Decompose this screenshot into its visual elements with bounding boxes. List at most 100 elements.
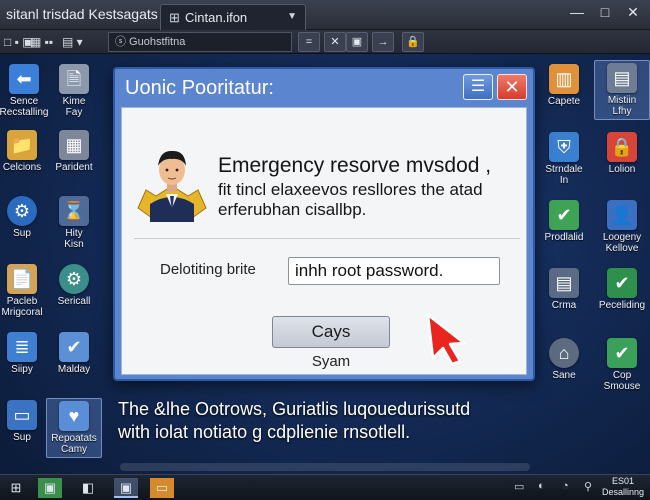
desktop-icon-label: Mistiin — [607, 95, 637, 106]
desktop-icon-label: Capete — [547, 96, 581, 107]
caption-line-1: The &lhe Ootrows, Guriatlis luqoueduriss… — [118, 399, 471, 419]
shield-icon: ⛨ — [549, 132, 579, 162]
cancel-tool-button[interactable]: ✕ — [324, 32, 346, 52]
desktop-icon-label: Camy — [60, 444, 88, 455]
hourglass-icon: ⌛ — [59, 196, 89, 226]
taskbar-app-1-icon[interactable]: ▣ — [38, 478, 62, 498]
desktop-icon-mistiin-lfhy[interactable]: ▤ Mistiin Lfhy — [594, 60, 650, 120]
desktop-icon-hity-kisn[interactable]: ⌛ Hity Kisn — [46, 196, 102, 250]
desktop-icon-pacleb-mrigcoral[interactable]: 📄 Pacleb Mrigcoral — [0, 264, 50, 318]
start-icon[interactable]: ⊞ — [4, 478, 28, 498]
lock-button[interactable]: 🔒 — [402, 32, 424, 52]
desktop-icon-label: Sericall — [57, 296, 91, 307]
printer-icon: ▦ — [59, 130, 89, 160]
check-icon: ✔ — [59, 332, 89, 362]
desktop-icon-parident[interactable]: ▦ Parident — [46, 130, 102, 173]
desktop-icon-label: Kime — [62, 96, 86, 107]
dialog-minimize-button[interactable]: ☰ — [463, 74, 493, 100]
close-button[interactable]: ✕ — [622, 4, 644, 21]
desktop-icon-label: Repoatats — [51, 433, 97, 444]
desktop-icon-kime-fay[interactable]: 🗎 Kime Fay — [46, 64, 102, 118]
chevron-down-icon[interactable]: ▼ — [287, 11, 297, 22]
desktop-icon-label: Sane — [552, 370, 576, 381]
drive-icon: ▤ — [607, 63, 637, 93]
desktop-icon-label: Sup — [13, 432, 31, 443]
desktop-icon-cop-smouse[interactable]: ✔ Cop Smouse — [594, 338, 650, 392]
password-field-label: Delotiting brite — [160, 261, 256, 278]
lock-icon: 🔒 — [607, 132, 637, 162]
desktop-icon-peceliding[interactable]: ✔ Peceliding — [594, 268, 650, 311]
desktop-icon-label: Peceliding — [598, 300, 646, 311]
taskbar-clock[interactable]: ES01 Desallinng — [600, 476, 646, 498]
desktop-icon-label: Crma — [551, 300, 577, 311]
heart-icon: ♥ — [59, 401, 89, 431]
desktop-icon-label: Sence — [9, 96, 39, 107]
snapshot-button[interactable]: ▣ — [346, 32, 368, 52]
tray-volume-icon[interactable]: ◔ — [562, 480, 569, 492]
folder-icon: 📁 — [7, 130, 37, 160]
tray-search-icon[interactable]: ⚲ — [584, 480, 592, 493]
message-line-3: erferubhan cisallbp. — [218, 200, 367, 219]
desktop-icon-label: In — [559, 175, 569, 186]
desktop-icon-label: Siipy — [11, 364, 33, 375]
equals-button[interactable]: = — [298, 32, 320, 52]
check-list-icon: ✔ — [607, 268, 637, 298]
desktop-icon-label: Parident — [55, 162, 93, 173]
tray-network-icon[interactable]: ◐ — [538, 480, 545, 492]
taskbar-app-2-icon[interactable]: ◧ — [76, 478, 100, 498]
taskbar-app-4-icon[interactable]: ▭ — [150, 478, 174, 498]
taskbar-app-3-icon[interactable]: ▣ — [114, 478, 138, 498]
dialog-title: Uonic Pooritatur: — [125, 77, 274, 99]
dialog-close-button[interactable]: ✕ — [497, 74, 527, 100]
desktop-icon-label: Pacleb — [6, 296, 38, 307]
cog-icon: ⚙ — [59, 264, 89, 294]
desktop-icon-malday[interactable]: ✔ Malday — [46, 332, 102, 375]
desktop-icon-celcions[interactable]: 📁 Celcions — [0, 130, 50, 173]
desktop-icon-sericall[interactable]: ⚙ Sericall — [46, 264, 102, 307]
desktop-icon-siipy[interactable]: ≣ Siipy — [0, 332, 50, 375]
dropdown-button[interactable]: ▤ ▾ — [62, 33, 83, 51]
message-line-2: fit tincl elaxeevos resllores the atad — [218, 180, 483, 199]
dialog-titlebar[interactable]: Uonic Pooritatur: ☰ ✕ — [115, 69, 533, 107]
search-input[interactable]: ⓢ Guohstfitna — [108, 32, 292, 52]
maximize-button[interactable]: □ — [594, 4, 616, 20]
list-icon: ≣ — [7, 332, 37, 362]
desktop-icon-label: Recstalling — [0, 107, 49, 118]
horizontal-scrollbar[interactable] — [120, 463, 530, 471]
desktop-icon-prodlalid[interactable]: ✔ Prodlalid — [536, 200, 592, 243]
desktop-icon-label: Kisn — [64, 239, 84, 250]
gear-icon: ⚙ — [7, 196, 37, 226]
desktop-icon-lolion[interactable]: 🔒 Lolion — [594, 132, 650, 175]
clock-line-2: Desallinng — [601, 487, 645, 497]
desktop-icon-sane[interactable]: ⌂ Sane — [536, 338, 592, 381]
desktop-icon-loogeny-kellove[interactable]: 👤 Loogeny Kellove — [594, 200, 650, 254]
desktop-icon-label: Strndale — [545, 164, 583, 175]
forward-button[interactable]: → — [372, 32, 394, 52]
dialog-message: Emergency resorve mvsdod , fit tincl ela… — [218, 154, 518, 220]
dialog-body: Emergency resorve mvsdod , fit tincl ela… — [121, 107, 527, 375]
desktop-icon-crma[interactable]: ▤ Crma — [536, 268, 592, 311]
mouse-pointer-icon — [426, 313, 466, 365]
desktop-icon-capete[interactable]: ▥ Capete — [536, 64, 592, 107]
emergency-dialog: Uonic Pooritatur: ☰ ✕ Emergency resorve … — [113, 67, 535, 381]
chart-icon: ▥ — [549, 64, 579, 94]
tab-main[interactable]: ⊞ Cintan.ifon ▼ — [160, 4, 306, 30]
ok-button-caption: Syam — [311, 353, 351, 370]
title-bar: sitanl trisdad Kestsagats ⊞ Cintan.ifon … — [0, 0, 650, 30]
tray-window-icon[interactable]: ▭ — [514, 480, 524, 493]
desktop-icon-sence-recstalling[interactable]: ⬅ Sence Recstalling — [0, 64, 52, 118]
desktop-icon-sup-2[interactable]: ▭ Sup — [0, 400, 50, 443]
desktop-icon-label: Prodlalid — [544, 232, 584, 243]
layout-button[interactable]: ▦ ▪▪ — [30, 33, 53, 51]
desktop-icon-strndale-in[interactable]: ⛨ Strndale In — [536, 132, 592, 186]
desktop-icon-repoatats-camy[interactable]: ♥ Repoatats Camy — [46, 398, 102, 458]
checkbox-icon: ✔ — [607, 338, 637, 368]
desktop-icon-sup[interactable]: ⚙ Sup — [0, 196, 50, 239]
clock-line-1: ES01 — [611, 476, 635, 486]
caption-text: The &lhe Ootrows, Guriatlis luqoueduriss… — [118, 398, 538, 444]
password-field[interactable]: inhh root password. — [288, 257, 500, 285]
minimize-button[interactable]: — — [566, 4, 588, 20]
ok-button[interactable]: Cays — [272, 316, 390, 348]
desktop-icon-label: Sup — [13, 228, 31, 239]
desktop-icon-label: Kellove — [605, 243, 639, 254]
